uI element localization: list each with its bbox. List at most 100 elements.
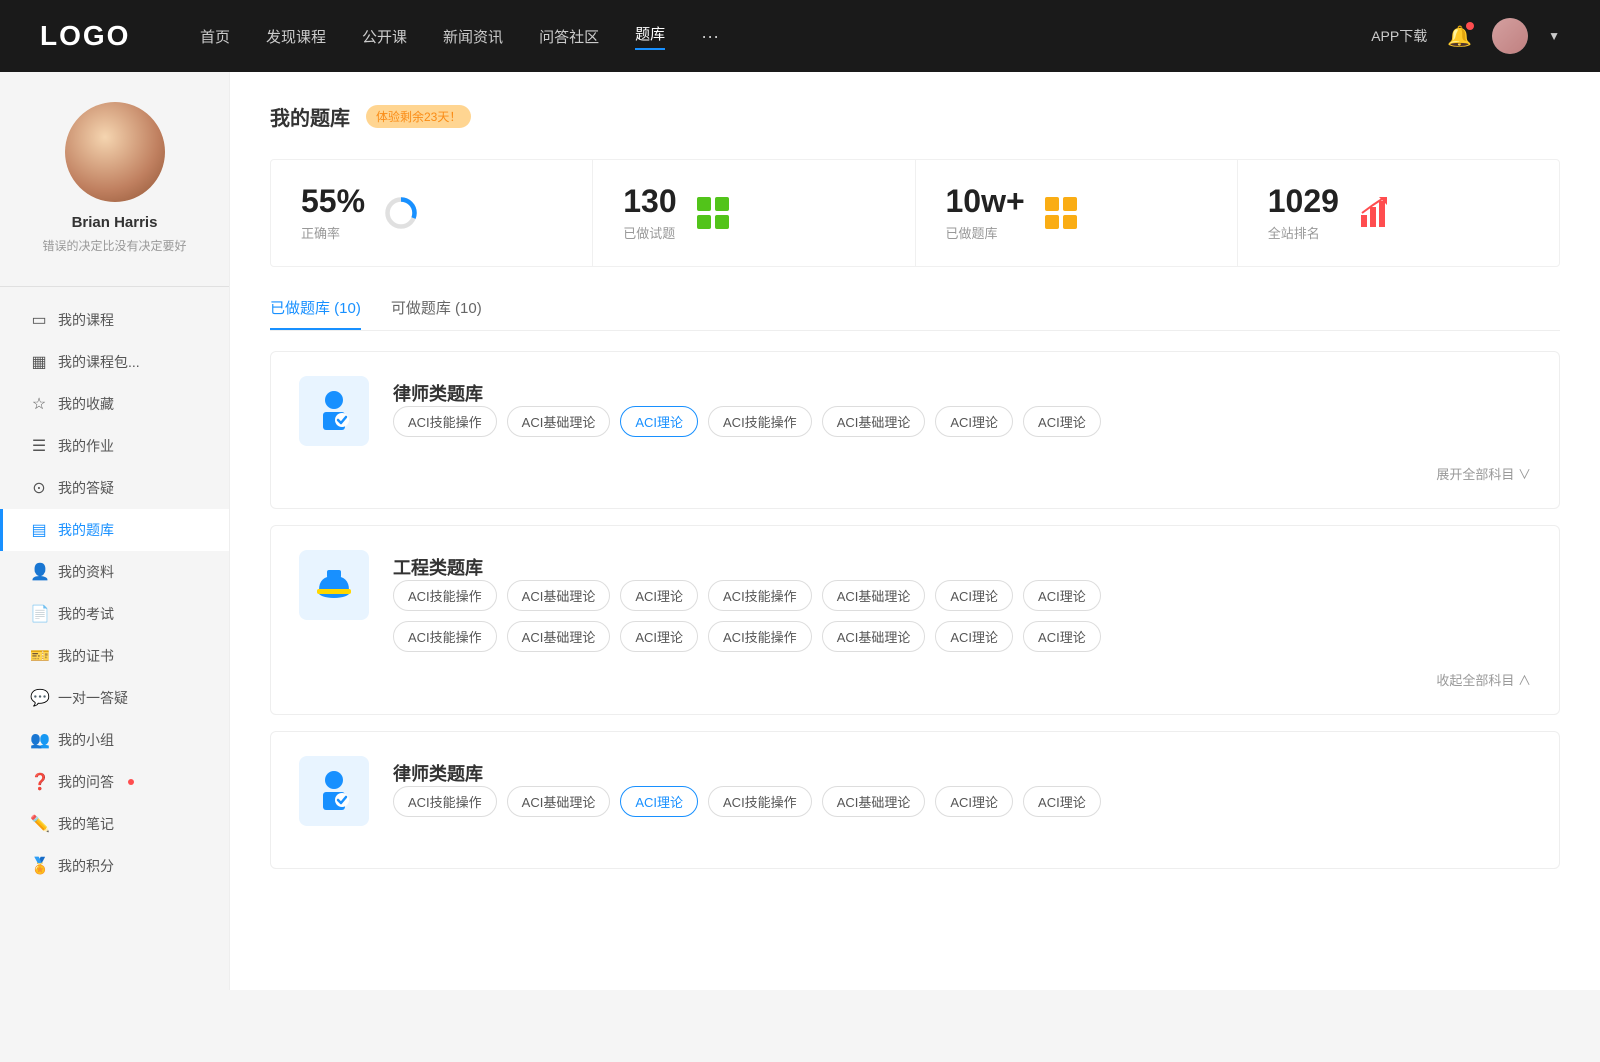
- sidebar-item-groups[interactable]: 👥 我的小组: [0, 719, 229, 761]
- tag-item[interactable]: ACI基础理论: [507, 786, 611, 817]
- tag-item[interactable]: ACI理论: [935, 621, 1013, 652]
- sidebar-profile: Brian Harris 错误的决定比没有决定要好: [0, 102, 229, 274]
- tab-done[interactable]: 已做题库 (10): [270, 297, 361, 330]
- sidebar-avatar-image: [65, 102, 165, 202]
- tag-item[interactable]: ACI理论: [1023, 406, 1101, 437]
- sidebar-item-profile[interactable]: 👤 我的资料: [0, 551, 229, 593]
- notes-icon: ✏️: [30, 814, 48, 834]
- tag-item[interactable]: ACI理论: [935, 786, 1013, 817]
- tag-item[interactable]: ACI理论: [620, 621, 698, 652]
- bank-footer: 收起全部科目 ∧: [299, 670, 1531, 690]
- courses-icon: ▭: [30, 310, 48, 330]
- sidebar-item-homework[interactable]: ☰ 我的作业: [0, 425, 229, 467]
- trial-badge: 体验剩余23天！: [366, 105, 471, 128]
- sidebar-item-label: 我的答疑: [58, 478, 114, 498]
- sidebar-item-certificates[interactable]: 🎫 我的证书: [0, 635, 229, 677]
- bank-card-engineer: 工程类题库 ACI技能操作 ACI基础理论 ACI理论 ACI技能操作 ACI基…: [270, 525, 1560, 715]
- bank-tags: ACI技能操作 ACI基础理论 ACI理论 ACI技能操作 ACI基础理论 AC…: [393, 580, 1101, 611]
- question-notification-dot: [128, 779, 134, 785]
- banks-icon: [1041, 193, 1081, 233]
- accuracy-icon: [381, 193, 421, 233]
- tag-item[interactable]: ACI理论: [1023, 580, 1101, 611]
- nav-opencourse[interactable]: 公开课: [362, 26, 407, 47]
- avatar[interactable]: [1492, 18, 1528, 54]
- homework-icon: ☰: [30, 436, 48, 456]
- tag-item[interactable]: ACI基础理论: [822, 580, 926, 611]
- sidebar-item-qna[interactable]: ⊙ 我的答疑: [0, 467, 229, 509]
- tag-item[interactable]: ACI技能操作: [393, 580, 497, 611]
- tag-item[interactable]: ACI理论: [620, 580, 698, 611]
- navbar-right: APP下载 🔔 ▼: [1371, 18, 1560, 54]
- tag-item[interactable]: ACI技能操作: [393, 786, 497, 817]
- nav-discover[interactable]: 发现课程: [266, 26, 326, 47]
- notification-bell[interactable]: 🔔: [1447, 24, 1472, 49]
- tag-item[interactable]: ACI基础理论: [507, 580, 611, 611]
- tag-item[interactable]: ACI基础理论: [822, 621, 926, 652]
- stat-ranking-value: 1029: [1268, 184, 1339, 219]
- expand-link[interactable]: 展开全部科目 ∨: [1436, 467, 1531, 482]
- tab-available[interactable]: 可做题库 (10): [391, 297, 482, 330]
- tag-item[interactable]: ACI技能操作: [708, 580, 812, 611]
- sidebar-item-exams[interactable]: 📄 我的考试: [0, 593, 229, 635]
- sidebar-item-label: 我的积分: [58, 856, 114, 876]
- avatar-dropdown-icon[interactable]: ▼: [1548, 29, 1560, 43]
- sidebar-item-my-questions[interactable]: ❓ 我的问答: [0, 761, 229, 803]
- bank-title: 律师类题库: [393, 376, 1101, 406]
- tag-item[interactable]: ACI技能操作: [708, 621, 812, 652]
- sidebar-item-label: 我的资料: [58, 562, 114, 582]
- app-download-button[interactable]: APP下载: [1371, 26, 1427, 46]
- tag-item[interactable]: ACI理论: [935, 406, 1013, 437]
- tag-item[interactable]: ACI理论: [1023, 786, 1101, 817]
- sidebar: Brian Harris 错误的决定比没有决定要好 ▭ 我的课程 ▦ 我的课程包…: [0, 72, 230, 990]
- bank-tags: ACI技能操作 ACI基础理论 ACI理论 ACI技能操作 ACI基础理论 AC…: [393, 786, 1101, 817]
- sidebar-item-label: 我的笔记: [58, 814, 114, 834]
- collapse-link[interactable]: 收起全部科目 ∧: [1436, 673, 1531, 688]
- main-layout: Brian Harris 错误的决定比没有决定要好 ▭ 我的课程 ▦ 我的课程包…: [0, 72, 1600, 990]
- sidebar-item-notes[interactable]: ✏️ 我的笔记: [0, 803, 229, 845]
- stat-questions-done: 130 已做试题: [593, 160, 915, 266]
- tag-item[interactable]: ACI理论: [935, 580, 1013, 611]
- sidebar-item-1on1[interactable]: 💬 一对一答疑: [0, 677, 229, 719]
- exams-icon: 📄: [30, 604, 48, 624]
- sidebar-item-points[interactable]: 🏅 我的积分: [0, 845, 229, 887]
- main-content: 我的题库 体验剩余23天！ 55% 正确率: [230, 72, 1600, 990]
- nav-news[interactable]: 新闻资讯: [443, 26, 503, 47]
- stat-banks-text: 10w+ 已做题库: [946, 184, 1025, 242]
- tag-item[interactable]: ACI基础理论: [822, 786, 926, 817]
- sidebar-item-label: 我的小组: [58, 730, 114, 750]
- stat-accuracy-text: 55% 正确率: [301, 184, 365, 242]
- question-bank-icon: ▤: [30, 520, 48, 540]
- stat-banks-done: 10w+ 已做题库: [916, 160, 1238, 266]
- tag-item-active[interactable]: ACI理论: [620, 406, 698, 437]
- sidebar-item-question-bank[interactable]: ▤ 我的题库: [0, 509, 229, 551]
- tag-item[interactable]: ACI理论: [1023, 621, 1101, 652]
- nav-home[interactable]: 首页: [200, 26, 230, 47]
- nav-qa[interactable]: 问答社区: [539, 26, 599, 47]
- sidebar-avatar: [65, 102, 165, 202]
- sidebar-item-course-packages[interactable]: ▦ 我的课程包...: [0, 341, 229, 383]
- bank-title: 律师类题库: [393, 756, 1101, 786]
- bank-title: 工程类题库: [393, 550, 1101, 580]
- favorites-icon: ☆: [30, 394, 48, 414]
- sidebar-item-favorites[interactable]: ☆ 我的收藏: [0, 383, 229, 425]
- sidebar-item-courses[interactable]: ▭ 我的课程: [0, 299, 229, 341]
- tag-item[interactable]: ACI基础理论: [822, 406, 926, 437]
- bank-icon-lawyer: [299, 376, 369, 446]
- nav-more[interactable]: ···: [701, 26, 719, 47]
- tag-item[interactable]: ACI技能操作: [708, 406, 812, 437]
- tag-item[interactable]: ACI基础理论: [507, 621, 611, 652]
- tag-item[interactable]: ACI技能操作: [393, 406, 497, 437]
- tag-item[interactable]: ACI技能操作: [393, 621, 497, 652]
- bank-icon-lawyer-2: [299, 756, 369, 826]
- page-title: 我的题库: [270, 102, 350, 131]
- tag-item[interactable]: ACI基础理论: [507, 406, 611, 437]
- certificates-icon: 🎫: [30, 646, 48, 666]
- tag-item-active[interactable]: ACI理论: [620, 786, 698, 817]
- my-questions-icon: ❓: [30, 772, 48, 792]
- nav-questions[interactable]: 题库: [635, 23, 665, 50]
- sidebar-username: Brian Harris: [72, 214, 158, 231]
- bank-icon-engineer: [299, 550, 369, 620]
- profile-icon: 👤: [30, 562, 48, 582]
- tag-item[interactable]: ACI技能操作: [708, 786, 812, 817]
- stat-accuracy-label: 正确率: [301, 223, 365, 242]
